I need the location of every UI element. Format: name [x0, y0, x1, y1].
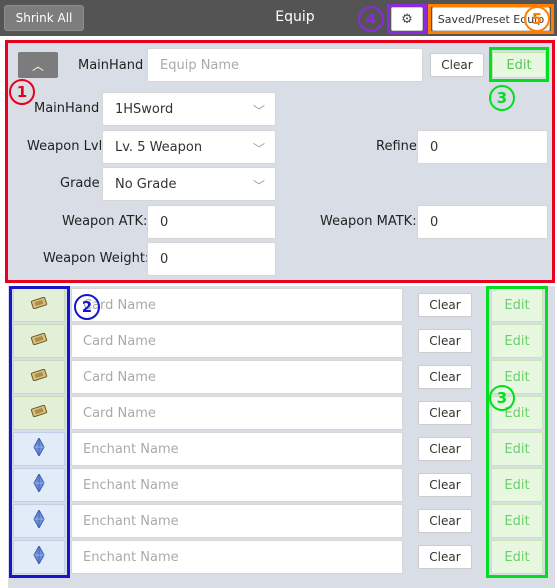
weapon-lvl-select[interactable]: Lv. 5 Weapon ﹀ [102, 130, 276, 164]
grade-value: No Grade [115, 176, 177, 192]
marker-4: 4 [358, 6, 384, 32]
weapon-weight-label: Weapon Weight: [43, 251, 150, 266]
weapon-lvl-label: Weapon Lvl [27, 139, 103, 154]
weapon-atk-input[interactable]: 0 [147, 205, 276, 239]
card-name-input[interactable]: Card Name [71, 324, 403, 358]
mainhand-type-value: 1HSword [115, 101, 174, 117]
refine-input[interactable]: 0 [417, 130, 548, 164]
mainhand-type-label: MainHand [34, 101, 100, 116]
weapon-atk-label: Weapon ATK: [62, 214, 148, 229]
weapon-lvl-value: Lv. 5 Weapon [115, 139, 203, 155]
collapse-button[interactable]: ︿ [18, 52, 58, 78]
enchant-name-input[interactable]: Enchant Name [71, 432, 403, 466]
enchant-name-input[interactable]: Enchant Name [71, 468, 403, 502]
grade-label: Grade [60, 176, 100, 191]
slot-clear-button[interactable]: Clear [418, 365, 472, 389]
card-name-input[interactable]: Card Name [71, 396, 403, 430]
chevron-down-icon: ﹀ [252, 104, 265, 118]
slot-clear-button[interactable]: Clear [418, 293, 472, 317]
weapon-matk-input[interactable]: 0 [417, 205, 548, 239]
enchant-name-input[interactable]: Enchant Name [71, 540, 403, 574]
mainhand-type-select[interactable]: 1HSword ﹀ [102, 92, 276, 126]
slot-clear-button[interactable]: Clear [418, 473, 472, 497]
chevron-down-icon: ﹀ [252, 142, 265, 156]
highlight-settings [387, 4, 427, 34]
card-name-input[interactable]: Card Name [71, 288, 403, 322]
weapon-matk-label: Weapon MATK: [320, 214, 417, 229]
marker-1: 1 [9, 79, 35, 105]
equip-clear-button[interactable]: Clear [430, 53, 484, 77]
card-name-input[interactable]: Card Name [71, 360, 403, 394]
weapon-weight-input[interactable]: 0 [147, 242, 276, 276]
marker-5: 5 [524, 6, 550, 32]
slot-clear-button[interactable]: Clear [418, 401, 472, 425]
slot-clear-button[interactable]: Clear [418, 329, 472, 353]
chevron-up-icon: ︿ [31, 58, 44, 73]
highlight-slot-edits [486, 286, 548, 578]
marker-2: 2 [74, 294, 100, 320]
slot-clear-button[interactable]: Clear [418, 545, 472, 569]
slot-clear-button[interactable]: Clear [418, 509, 472, 533]
highlight-edit-main [489, 47, 549, 82]
slot-label: MainHand [78, 58, 144, 73]
equip-name-input[interactable]: Equip Name [147, 48, 423, 82]
refine-label: Refine [376, 139, 417, 154]
marker-3-rows: 3 [489, 385, 515, 411]
page-title: Equip [275, 9, 315, 25]
shrink-all-button[interactable]: Shrink All [4, 5, 84, 31]
slot-clear-button[interactable]: Clear [418, 437, 472, 461]
enchant-name-input[interactable]: Enchant Name [71, 504, 403, 538]
chevron-down-icon: ﹀ [252, 179, 265, 193]
grade-select[interactable]: No Grade ﹀ [102, 167, 276, 201]
highlight-slot-icons [9, 286, 70, 578]
marker-3-top: 3 [489, 85, 515, 111]
